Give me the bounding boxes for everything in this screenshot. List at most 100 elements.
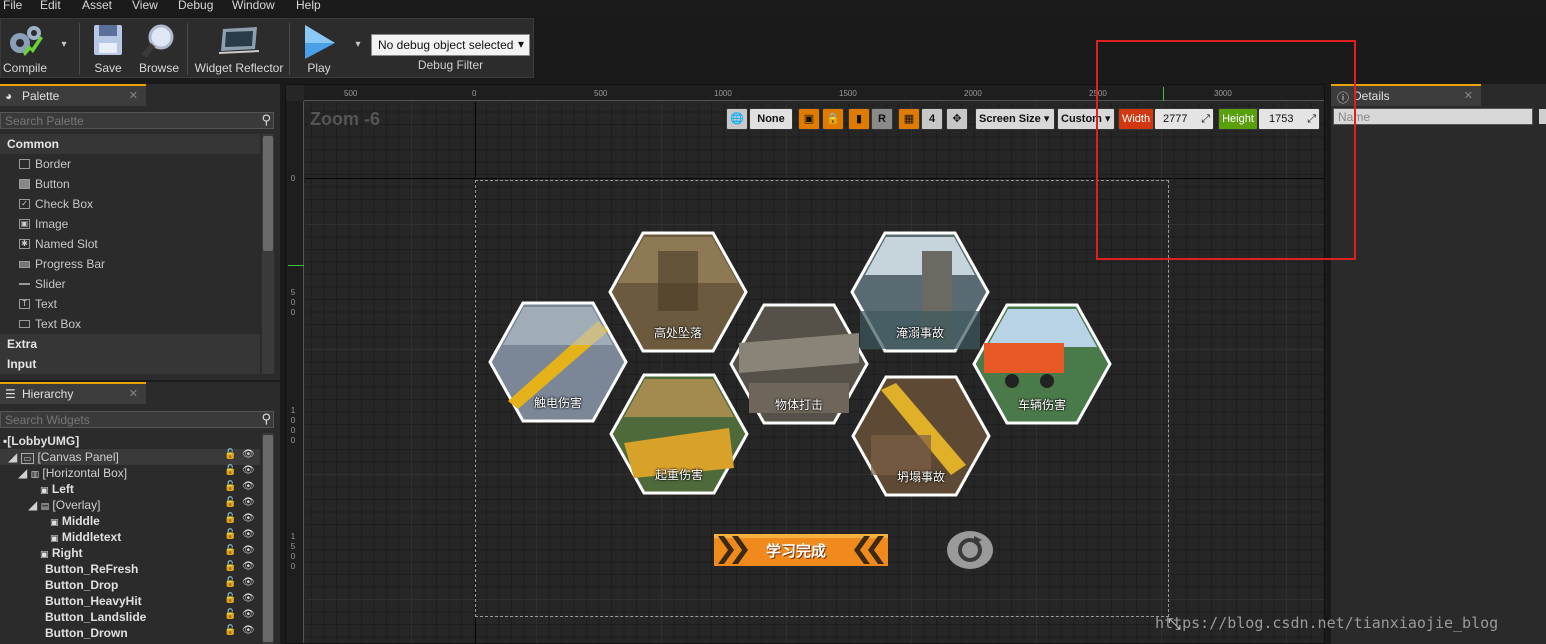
tree-row-button-refresh[interactable]: Button_ReFresh bbox=[45, 561, 138, 577]
r-toggle[interactable]: R bbox=[871, 108, 893, 130]
eye-icon[interactable]: 👁 bbox=[242, 513, 255, 524]
debug-object-select[interactable]: No debug object selected ▾ bbox=[371, 34, 530, 56]
lock-icon[interactable]: 🔓 bbox=[224, 561, 236, 572]
palette-item-image[interactable]: ▣ Image bbox=[0, 214, 260, 234]
menu-window[interactable]: Window bbox=[232, 0, 275, 12]
lock-icon[interactable]: 🔓 bbox=[224, 481, 236, 492]
palette-item-named-slot[interactable]: ✱ Named Slot bbox=[0, 234, 260, 254]
hex-button-vehicle[interactable]: 车辆伤害 bbox=[972, 303, 1112, 425]
palette-item-text[interactable]: T Text bbox=[0, 294, 260, 314]
close-icon[interactable]: ✕ bbox=[1464, 89, 1473, 102]
palette-item-slider[interactable]: Slider bbox=[0, 274, 260, 294]
finish-learning-button[interactable]: 学习完成 bbox=[714, 534, 888, 566]
eye-icon[interactable]: 👁 bbox=[242, 593, 255, 604]
text-box-icon bbox=[19, 320, 30, 328]
hex-button-drown[interactable]: 淹溺事故 bbox=[850, 231, 990, 353]
palette-search-input[interactable]: Search Palette ⚲ bbox=[0, 112, 274, 129]
palette-item-button[interactable]: Button bbox=[0, 174, 260, 194]
hex-button-fall[interactable]: 高处坠落 bbox=[608, 231, 748, 353]
lock-icon[interactable]: 🔓 bbox=[224, 625, 236, 636]
eye-icon[interactable]: 👁 bbox=[242, 577, 255, 588]
eye-icon[interactable]: 👁 bbox=[242, 545, 255, 556]
compile-button[interactable]: Compile bbox=[1, 19, 49, 77]
palette-item-text-box[interactable]: Text Box bbox=[0, 314, 260, 334]
hex-button-electric[interactable]: 触电伤害 bbox=[488, 301, 628, 423]
close-icon[interactable]: ✕ bbox=[129, 387, 138, 400]
screen-size-dropdown[interactable]: Screen Size ▾ bbox=[975, 108, 1055, 130]
compile-options-chevron-icon[interactable]: ▾ bbox=[57, 39, 71, 53]
tree-row-overlay[interactable]: ◢ ▤ [Overlay] bbox=[28, 497, 100, 513]
palette-item-check-box[interactable]: ✓ Check Box bbox=[0, 194, 260, 214]
play-options-chevron-icon[interactable]: ▾ bbox=[351, 39, 365, 53]
menu-edit[interactable]: Edit bbox=[40, 0, 61, 12]
eye-icon[interactable]: 👁 bbox=[242, 625, 255, 636]
menu-help[interactable]: Help bbox=[296, 0, 321, 12]
menu-view[interactable]: View bbox=[132, 0, 158, 12]
hierarchy-root[interactable]: ▪[LobbyUMG] bbox=[3, 433, 79, 449]
palette-item-border[interactable]: Border bbox=[0, 154, 260, 174]
lock-icon[interactable]: 🔓 bbox=[224, 513, 236, 524]
eye-icon[interactable]: 👁 bbox=[242, 529, 255, 540]
lock-icon[interactable]: 🔓 bbox=[224, 465, 236, 476]
variable-toggle[interactable] bbox=[1539, 109, 1546, 124]
menu-debug[interactable]: Debug bbox=[178, 0, 213, 12]
tree-row-button-heavyhit[interactable]: Button_HeavyHit bbox=[45, 593, 142, 609]
hierarchy-search-input[interactable]: Search Widgets ⚲ bbox=[0, 411, 274, 428]
tree-row-right[interactable]: ▣ Right bbox=[40, 545, 83, 561]
eye-icon[interactable]: 👁 bbox=[242, 561, 255, 572]
grid-snap-icon[interactable]: ▦ bbox=[898, 108, 920, 130]
respect-locks-icon[interactable]: ▮ bbox=[848, 108, 870, 130]
lock-icon[interactable]: 🔓 bbox=[224, 449, 236, 460]
grid-size-dropdown[interactable]: 4 bbox=[921, 108, 943, 130]
scrollbar-thumb[interactable] bbox=[263, 136, 273, 251]
tree-row-button-drown[interactable]: Button_Drown bbox=[45, 625, 128, 641]
browse-button[interactable]: Browse bbox=[135, 19, 183, 77]
hex-button-collapse[interactable]: 坍塌事故 bbox=[851, 375, 991, 497]
globe-icon[interactable]: 🌐 bbox=[726, 108, 748, 130]
move-icon[interactable]: ✥ bbox=[946, 108, 968, 130]
separator bbox=[79, 23, 80, 75]
tree-row-middletext[interactable]: ▣ Middletext bbox=[50, 529, 121, 545]
close-icon[interactable]: ✕ bbox=[129, 89, 138, 102]
outline-toggle-icon[interactable]: ▣ bbox=[798, 108, 820, 130]
eye-icon[interactable]: 👁 bbox=[242, 497, 255, 508]
palette-item-label: Button bbox=[35, 177, 70, 191]
eye-icon[interactable]: 👁 bbox=[242, 465, 255, 476]
category-extra[interactable]: Extra bbox=[0, 334, 260, 354]
lock-icon[interactable]: 🔓 bbox=[224, 497, 236, 508]
eye-icon[interactable]: 👁 bbox=[242, 449, 255, 460]
tree-row-canvas-panel[interactable]: ◢ ▭ [Canvas Panel] bbox=[8, 449, 119, 465]
menu-file[interactable]: File bbox=[3, 0, 22, 12]
palette-item-label: Progress Bar bbox=[35, 257, 106, 271]
name-input[interactable]: Name bbox=[1333, 108, 1533, 125]
tab-palette[interactable]: ◕ Palette ✕ bbox=[0, 84, 146, 106]
lock-icon[interactable]: 🔓 bbox=[224, 593, 236, 604]
tree-row-horizontal-box[interactable]: ◢ ▥ [Horizontal Box] bbox=[18, 465, 127, 481]
scrollbar-thumb[interactable] bbox=[263, 435, 273, 642]
tree-row-button-drop[interactable]: Button_Drop bbox=[45, 577, 118, 593]
refresh-button[interactable] bbox=[946, 530, 994, 570]
lock-icon[interactable]: 🔓 bbox=[224, 529, 236, 540]
category-common[interactable]: Common bbox=[0, 134, 260, 154]
tab-hierarchy[interactable]: ☰ Hierarchy ✕ bbox=[0, 382, 146, 404]
dpi-preview-dropdown[interactable]: None bbox=[749, 108, 793, 130]
menu-asset[interactable]: Asset bbox=[82, 0, 112, 12]
widget-reflector-button[interactable]: Widget Reflector bbox=[191, 19, 287, 77]
tree-row-left[interactable]: ▣ Left bbox=[40, 481, 74, 497]
eye-icon[interactable]: 👁 bbox=[242, 609, 255, 620]
eye-icon[interactable]: 👁 bbox=[242, 481, 255, 492]
palette-item-progress-bar[interactable]: Progress Bar bbox=[0, 254, 260, 274]
category-input[interactable]: Input bbox=[0, 354, 260, 374]
tree-row-button-landslide[interactable]: Button_Landslide bbox=[45, 609, 146, 625]
lock-icon[interactable]: 🔓 bbox=[224, 545, 236, 556]
hex-button-lifting[interactable]: 起重伤害 bbox=[609, 373, 749, 495]
lock-icon[interactable]: 🔓 bbox=[224, 609, 236, 620]
hex-button-strike[interactable]: 物体打击 bbox=[729, 303, 869, 425]
hierarchy-scrollbar[interactable] bbox=[262, 433, 274, 644]
palette-scrollbar[interactable] bbox=[262, 134, 274, 374]
tree-row-middle[interactable]: ▣ Middle bbox=[50, 513, 100, 529]
lock-icon[interactable]: 🔒 bbox=[822, 108, 844, 130]
play-button[interactable]: Play bbox=[293, 19, 345, 77]
save-button[interactable]: Save bbox=[85, 19, 131, 77]
lock-icon[interactable]: 🔓 bbox=[224, 577, 236, 588]
